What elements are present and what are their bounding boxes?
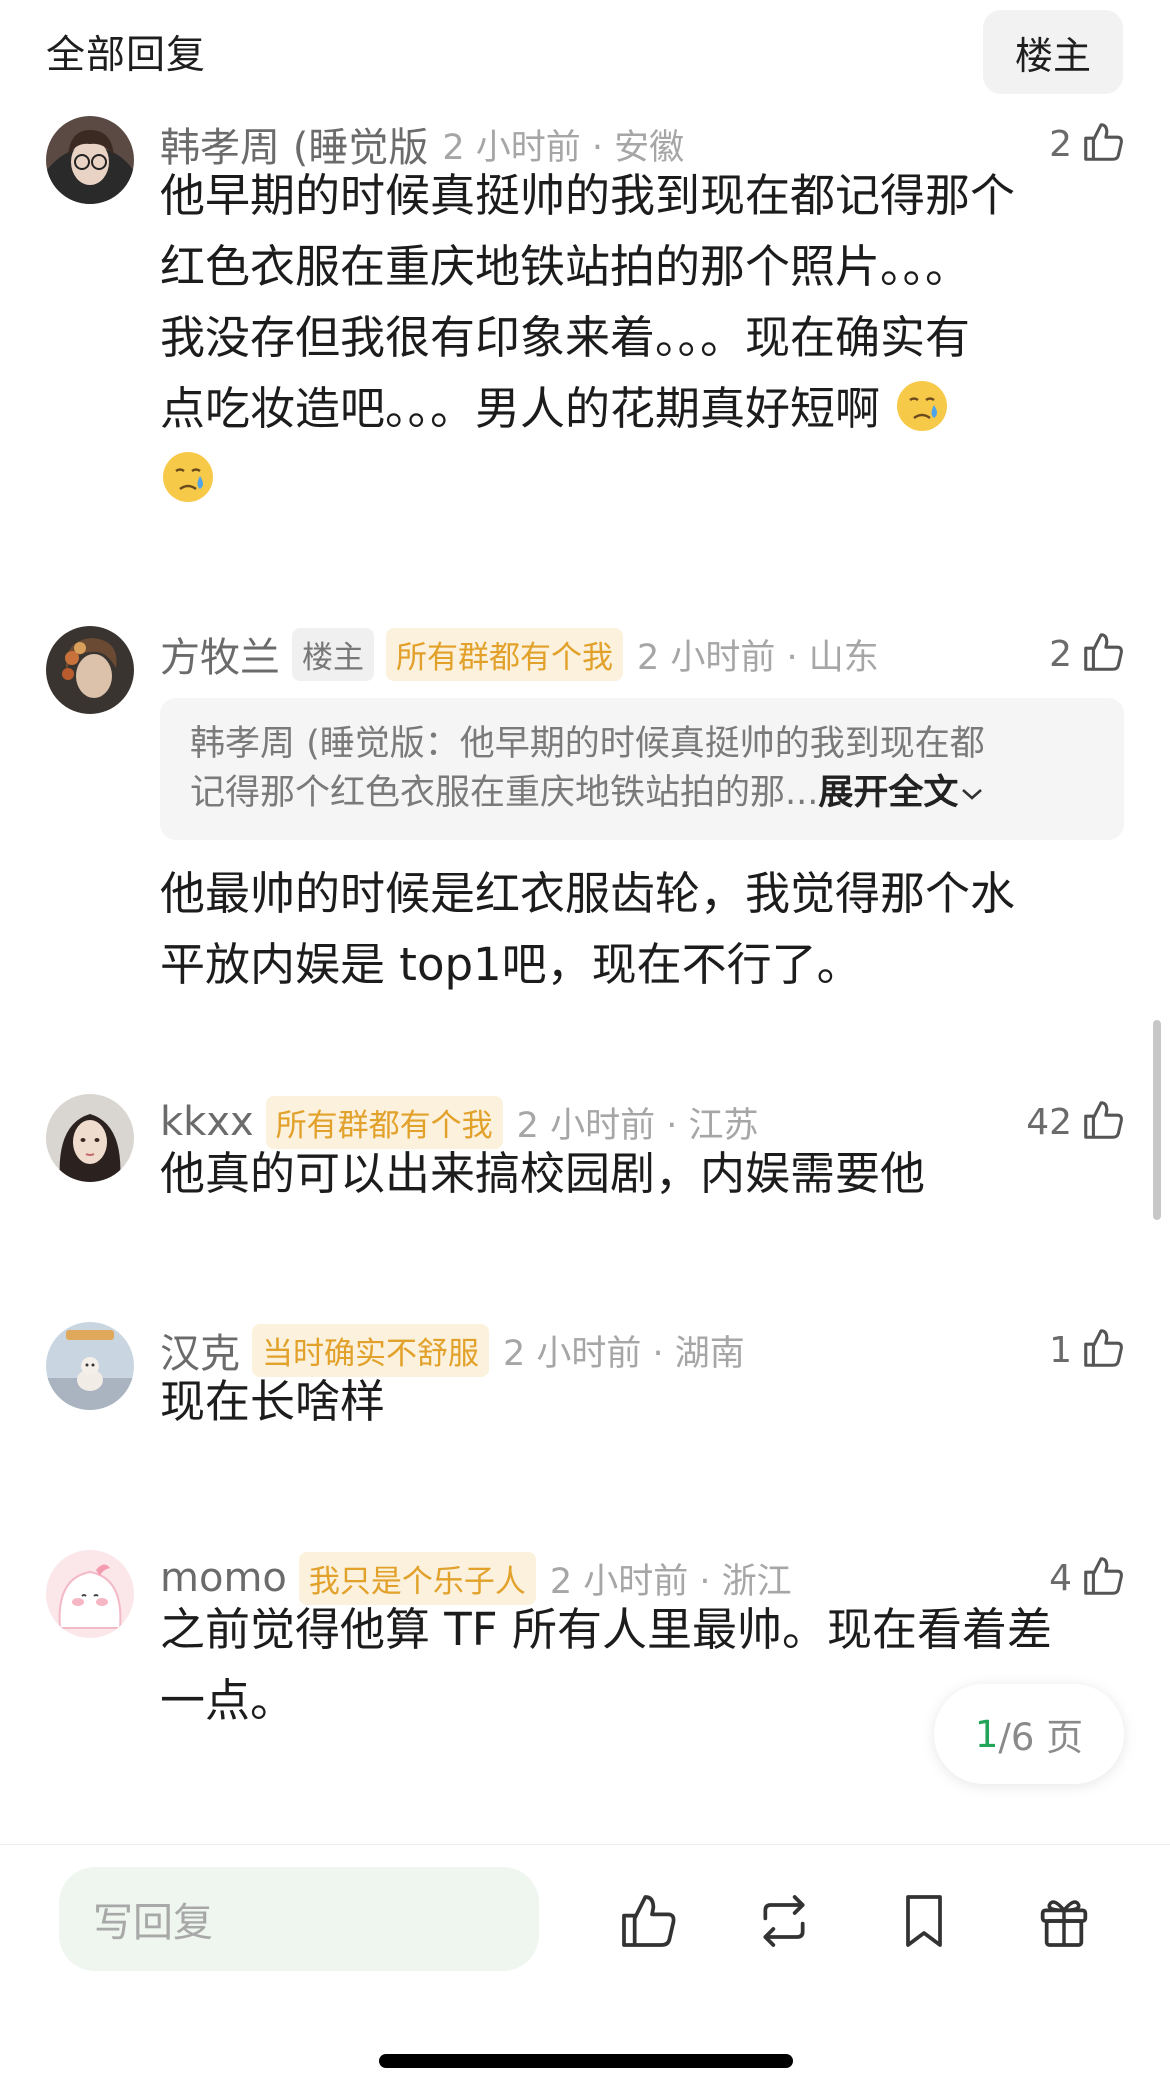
- comment-text: 他最帅的时候是红衣服齿轮，我觉得那个水 平放内娱是 top1吧，现在不行了。: [160, 858, 1126, 1000]
- page-title: 全部回复: [46, 33, 207, 78]
- comment-line: 他真的可以出来搞校园剧，内娱需要他: [160, 1147, 926, 1200]
- like-count: 2: [1049, 633, 1072, 675]
- quote-line: 韩孝周 (睡觉版：他早期的时候真挺帅的我到现在都: [190, 724, 985, 764]
- comment-line: [160, 444, 1126, 515]
- like-count: 4: [1049, 1557, 1072, 1599]
- scrollbar[interactable]: [1153, 1020, 1161, 1220]
- page-total: /6 页: [998, 1716, 1084, 1759]
- fan-badge[interactable]: 所有群都有个我: [386, 627, 623, 681]
- comment-line: 他最帅的时候是红衣服齿轮，我觉得那个水: [160, 867, 1016, 920]
- timestamp-location: 2 小时前 · 山东: [637, 637, 879, 678]
- thumb-up-icon[interactable]: [1080, 629, 1126, 679]
- quote-line: 记得那个红色衣服在重庆地铁站拍的那...展开全文: [190, 769, 1094, 818]
- comment-line: 他早期的时候真挺帅的我到现在都记得那个: [160, 169, 1016, 222]
- avatar[interactable]: [46, 1322, 134, 1410]
- avatar[interactable]: [46, 116, 134, 204]
- quoted-reply[interactable]: 韩孝周 (睡觉版：他早期的时候真挺帅的我到现在都 记得那个红色衣服在重庆地铁站拍…: [160, 698, 1124, 840]
- comment-meta: 方牧兰 楼主 所有群都有个我 2 小时前 · 山东: [160, 624, 879, 684]
- crying-face-emoji-icon: [160, 449, 216, 505]
- reply-header: 全部回复 楼主: [0, 0, 1170, 104]
- like-control[interactable]: 2: [1049, 624, 1126, 684]
- like-icon[interactable]: [614, 1887, 682, 1955]
- bookmark-icon[interactable]: [890, 1887, 958, 1955]
- op-only-filter-button[interactable]: 楼主: [983, 10, 1123, 94]
- repost-icon[interactable]: [750, 1887, 818, 1955]
- reply-input[interactable]: 写回复: [59, 1867, 539, 1971]
- comment-line: 平放内娱是 top1吧，现在不行了。: [160, 938, 862, 991]
- crying-face-emoji-icon: [894, 378, 950, 434]
- comment-line: 我没存但我很有印象来着。。。现在确实有: [160, 311, 971, 364]
- comment-line: 现在长啥样: [160, 1375, 386, 1428]
- like-count: 2: [1049, 123, 1072, 165]
- avatar[interactable]: [46, 1550, 134, 1638]
- avatar[interactable]: [46, 626, 134, 714]
- comment-line: 点吃妆造吧。。。男人的花期真好短啊: [160, 373, 1126, 444]
- like-count: 42: [1026, 1101, 1072, 1143]
- like-count: 1: [1049, 1329, 1072, 1371]
- avatar[interactable]: [46, 1094, 134, 1182]
- comment-text: 他早期的时候真挺帅的我到现在都记得那个 红色衣服在重庆地铁站拍的那个照片。。。 …: [160, 160, 1126, 515]
- gift-icon[interactable]: [1030, 1887, 1098, 1955]
- expand-full-text-link[interactable]: 展开全文: [818, 773, 986, 813]
- op-badge: 楼主: [292, 627, 374, 681]
- page-indicator[interactable]: 1/6 页: [934, 1684, 1124, 1784]
- comment-line: 红色衣服在重庆地铁站拍的那个照片。。。: [160, 240, 971, 293]
- comment-text: 他真的可以出来搞校园剧，内娱需要他: [160, 1138, 1126, 1209]
- comment-text: 现在长啥样: [160, 1366, 1126, 1437]
- chevron-down-icon: [958, 773, 986, 813]
- username[interactable]: 方牧兰: [160, 625, 280, 683]
- comment-line: 之前觉得他算 TF 所有人里最帅。现在看着差: [160, 1603, 1052, 1656]
- current-page: 1: [974, 1712, 999, 1756]
- home-indicator[interactable]: [379, 2054, 793, 2068]
